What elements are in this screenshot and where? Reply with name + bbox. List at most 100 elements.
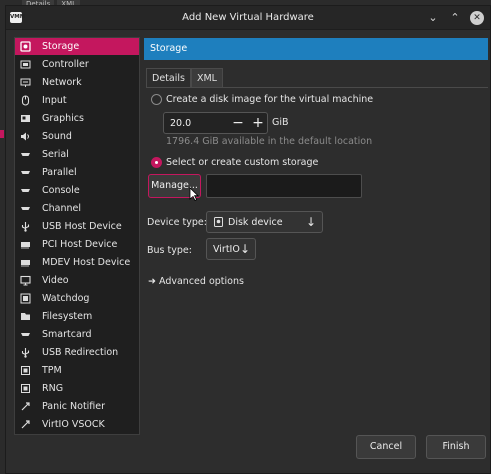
- add-hardware-dialog: VMM Add New Virtual Hardware ⌄ ⌃ ✕ Stora…: [5, 5, 491, 474]
- disk-size-unit: GiB: [272, 117, 289, 128]
- sidebar-item-mdev-host-device[interactable]: MDEV Host Device: [15, 254, 139, 271]
- mdev-icon: [19, 256, 32, 269]
- sidebar-item-label: Graphics: [42, 113, 84, 124]
- monitor-icon: [19, 274, 32, 287]
- sidebar-item-panic-notifier[interactable]: Panic Notifier: [15, 398, 139, 415]
- sidebar-item-label: USB Redirection: [42, 347, 119, 358]
- sidebar-item-label: Network: [42, 77, 82, 88]
- sound-icon: [19, 130, 32, 143]
- mouse-icon: [19, 94, 32, 107]
- window-title: Add New Virtual Hardware: [182, 12, 314, 23]
- create-disk-radio[interactable]: [151, 94, 162, 105]
- disk-size-stepper[interactable]: 20.0 − +: [163, 112, 268, 134]
- sidebar-item-console[interactable]: Console: [15, 182, 139, 199]
- sidebar-item-label: MDEV Host Device: [42, 257, 131, 268]
- device-type-select[interactable]: Disk device ↓: [206, 211, 323, 233]
- sidebar-item-label: PCI Host Device: [42, 239, 118, 250]
- pci-icon: [19, 238, 32, 251]
- sidebar-item-pci-host-device[interactable]: PCI Host Device: [15, 236, 139, 253]
- usb-icon: [19, 220, 32, 233]
- sidebar-item-label: USB Host Device: [42, 221, 122, 232]
- available-space-text: 1796.4 GiB available in the default loca…: [166, 136, 373, 147]
- advanced-options-label: Advanced options: [159, 276, 244, 287]
- cancel-button[interactable]: Cancel: [356, 435, 416, 459]
- hardware-list: Storage Controller Network Input Graphic…: [14, 37, 140, 435]
- sidebar-item-label: Filesystem: [42, 311, 93, 322]
- console-icon: [19, 184, 32, 197]
- sidebar-item-virtio-vsock[interactable]: VirtIO VSOCK: [15, 416, 139, 433]
- network-icon: [19, 76, 32, 89]
- mouse-cursor-icon: [189, 187, 199, 201]
- sidebar-item-label: Parallel: [42, 167, 77, 178]
- controller-icon: [19, 58, 32, 71]
- bus-type-select[interactable]: VirtIO ↓: [206, 238, 256, 260]
- sidebar-item-graphics[interactable]: Graphics: [15, 110, 139, 127]
- tab-details[interactable]: Details: [146, 68, 191, 88]
- sidebar-item-label: Input: [42, 95, 67, 106]
- detail-tabs: Details XML: [146, 68, 223, 88]
- increment-icon[interactable]: +: [250, 115, 266, 131]
- sidebar-item-label: Channel: [42, 203, 82, 214]
- create-disk-label: Create a disk image for the virtual mach…: [166, 94, 374, 105]
- section-header: Storage: [144, 38, 488, 60]
- tab-xml[interactable]: XML: [190, 68, 223, 88]
- bus-type-value: VirtIO: [213, 244, 240, 255]
- sidebar-item-label: Panic Notifier: [42, 401, 106, 412]
- sidebar-item-usb-redirection[interactable]: USB Redirection: [15, 344, 139, 361]
- sidebar-item-smartcard[interactable]: Smartcard: [15, 326, 139, 343]
- sidebar-item-tpm[interactable]: TPM: [15, 362, 139, 379]
- sidebar-item-storage[interactable]: Storage: [15, 38, 139, 55]
- sidebar-item-label: VirtIO VSOCK: [42, 419, 105, 430]
- rng-icon: [19, 382, 32, 395]
- sidebar-item-serial[interactable]: Serial: [15, 146, 139, 163]
- sidebar-item-controller[interactable]: Controller: [15, 56, 139, 73]
- section-header-title: Storage: [150, 43, 188, 54]
- parallel-icon: [19, 166, 32, 179]
- finish-button[interactable]: Finish: [426, 435, 486, 459]
- chevron-down-icon: ↓: [239, 242, 250, 256]
- advanced-options-expander[interactable]: ➜ Advanced options: [148, 276, 244, 287]
- storage-icon: [19, 40, 32, 53]
- sidebar-item-label: Console: [42, 185, 80, 196]
- sidebar-item-label: RNG: [42, 383, 64, 394]
- sidebar-item-network[interactable]: Network: [15, 74, 139, 91]
- graphics-icon: [19, 112, 32, 125]
- device-type-label: Device type:: [147, 217, 207, 228]
- sidebar-item-label: Watchdog: [42, 293, 90, 304]
- decrement-icon[interactable]: −: [230, 115, 246, 131]
- sidebar-item-input[interactable]: Input: [15, 92, 139, 109]
- background-selection-marker: [0, 130, 4, 138]
- custom-storage-radio[interactable]: [151, 157, 162, 168]
- panic-icon: [19, 400, 32, 413]
- sidebar-item-parallel[interactable]: Parallel: [15, 164, 139, 181]
- sidebar-item-rng[interactable]: RNG: [15, 380, 139, 397]
- sidebar-item-label: Storage: [42, 41, 80, 52]
- sidebar-item-label: Smartcard: [42, 329, 92, 340]
- storage-path-input[interactable]: [206, 174, 362, 198]
- smartcard-icon: [19, 328, 32, 341]
- chevron-down-icon: ↓: [305, 215, 316, 229]
- sidebar-item-usb-host-device[interactable]: USB Host Device: [15, 218, 139, 235]
- device-type-value: Disk device: [228, 217, 283, 228]
- custom-storage-label: Select or create custom storage: [166, 157, 319, 168]
- disk-size-value[interactable]: 20.0: [170, 118, 191, 129]
- usb-icon: [19, 346, 32, 359]
- sidebar-item-label: Sound: [42, 131, 72, 142]
- tpm-icon: [19, 364, 32, 377]
- minimize-icon[interactable]: ⌃: [448, 11, 462, 25]
- close-icon[interactable]: ✕: [470, 11, 484, 25]
- filesystem-icon: [19, 310, 32, 323]
- sidebar-item-sound[interactable]: Sound: [15, 128, 139, 145]
- channel-icon: [19, 202, 32, 215]
- sidebar-item-video[interactable]: Video: [15, 272, 139, 289]
- sidebar-item-filesystem[interactable]: Filesystem: [15, 308, 139, 325]
- sidebar-item-label: TPM: [42, 365, 62, 376]
- sidebar-item-channel[interactable]: Channel: [15, 200, 139, 217]
- serial-icon: [19, 148, 32, 161]
- dropdown-icon[interactable]: ⌄: [426, 11, 440, 25]
- sidebar-item-label: Controller: [42, 59, 89, 70]
- sidebar-item-watchdog[interactable]: Watchdog: [15, 290, 139, 307]
- sidebar-item-label: Video: [42, 275, 69, 286]
- chevron-right-icon: ➜: [148, 276, 156, 287]
- bus-type-label: Bus type:: [147, 245, 192, 256]
